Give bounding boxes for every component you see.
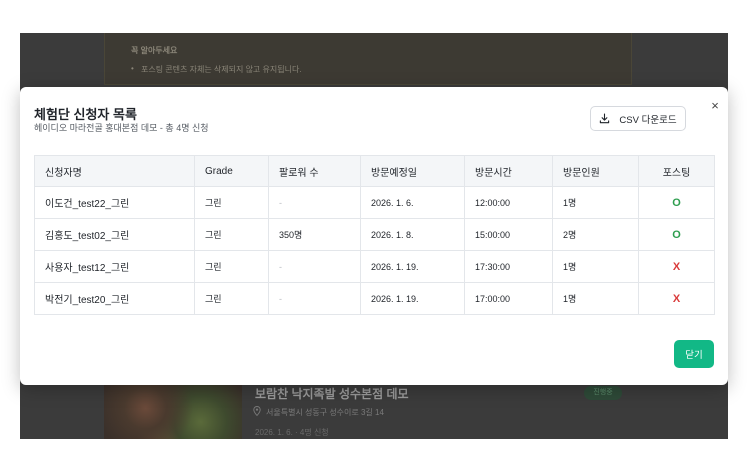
cell-visit-time: 17:30:00 xyxy=(464,250,553,283)
campaign-card: 보람찬 낙지족발 성수본점 데모 진행중 서울특별시 성동구 성수이로 3길 1… xyxy=(104,380,632,439)
csv-download-button[interactable]: CSV 다운로드 xyxy=(590,106,686,131)
posting-no-mark: X xyxy=(672,292,681,305)
cell-visitors: 2명 xyxy=(552,218,639,251)
cell-followers: - xyxy=(268,250,361,283)
cell-visit-time: 17:00:00 xyxy=(464,282,553,315)
header-visitors: 방문인원 xyxy=(552,155,639,187)
cell-grade: 그린 xyxy=(194,218,269,251)
cell-visitors: 1명 xyxy=(552,250,639,283)
close-icon: × xyxy=(711,97,719,113)
status-badge: 진행중 xyxy=(584,386,622,400)
cell-visit-date: 2026. 1. 19. xyxy=(360,282,465,315)
posting-yes-mark: O xyxy=(672,228,681,241)
close-modal-button[interactable]: 닫기 xyxy=(674,340,714,368)
campaign-thumbnail xyxy=(104,380,242,439)
notice-box: 꼭 알아두세요 포스팅 콘텐츠 자체는 삭제되지 않고 유지됩니다. xyxy=(104,33,632,85)
table-row: 사용자_test12_그린 그린 - 2026. 1. 19. 17:30:00… xyxy=(34,250,715,283)
modal-subtitle: 헤이디오 마라전골 홍대본점 데모 - 총 4명 신청 xyxy=(34,123,209,133)
applicant-list-modal: 체험단 신청자 목록 헤이디오 마라전골 홍대본점 데모 - 총 4명 신청 C… xyxy=(20,87,728,385)
cell-posting: O xyxy=(638,186,715,219)
cell-grade: 그린 xyxy=(194,282,269,315)
cell-visit-time: 15:00:00 xyxy=(464,218,553,251)
cell-grade: 그린 xyxy=(194,186,269,219)
location-icon xyxy=(253,406,261,416)
applicant-table: 신청자명 Grade 팔로워 수 방문예정일 방문시간 방문인원 포스팅 이도건… xyxy=(34,155,715,315)
csv-download-label: CSV 다운로드 xyxy=(619,114,677,126)
header-grade: Grade xyxy=(194,155,269,187)
cell-posting: O xyxy=(638,218,715,251)
cell-name: 박전기_test20_그린 xyxy=(34,282,195,315)
table-row: 박전기_test20_그린 그린 - 2026. 1. 19. 17:00:00… xyxy=(34,282,715,315)
campaign-name: 보람찬 낙지족발 성수본점 데모 xyxy=(255,387,409,401)
close-button[interactable]: × xyxy=(708,98,722,112)
notice-item: 포스팅 콘텐츠 자체는 삭제되지 않고 유지됩니다. xyxy=(131,64,617,75)
download-icon xyxy=(600,113,610,124)
header-posting: 포스팅 xyxy=(638,155,715,187)
cell-visitors: 1명 xyxy=(552,186,639,219)
cell-followers: - xyxy=(268,282,361,315)
campaign-meta: 2026. 1. 6. · 4명 신청 xyxy=(255,428,329,437)
cell-visit-date: 2026. 1. 8. xyxy=(360,218,465,251)
cell-posting: X xyxy=(638,282,715,315)
posting-yes-mark: O xyxy=(672,196,681,209)
cell-posting: X xyxy=(638,250,715,283)
cell-followers: 350명 xyxy=(268,218,361,251)
header-visit-time: 방문시간 xyxy=(464,155,553,187)
cell-visit-time: 12:00:00 xyxy=(464,186,553,219)
cell-grade: 그린 xyxy=(194,250,269,283)
cell-name: 김홍도_test02_그린 xyxy=(34,218,195,251)
cell-visit-date: 2026. 1. 19. xyxy=(360,250,465,283)
cell-name: 사용자_test12_그린 xyxy=(34,250,195,283)
table-row: 김홍도_test02_그린 그린 350명 2026. 1. 8. 15:00:… xyxy=(34,218,715,251)
posting-no-mark: X xyxy=(672,260,681,273)
campaign-address: 서울특별시 성동구 성수이로 3길 14 xyxy=(266,408,384,417)
table-row: 이도건_test22_그린 그린 - 2026. 1. 6. 12:00:00 … xyxy=(34,186,715,219)
table-header-row: 신청자명 Grade 팔로워 수 방문예정일 방문시간 방문인원 포스팅 xyxy=(34,155,715,187)
header-visit-date: 방문예정일 xyxy=(360,155,465,187)
header-followers: 팔로워 수 xyxy=(268,155,361,187)
header-name: 신청자명 xyxy=(34,155,195,187)
cell-followers: - xyxy=(268,186,361,219)
cell-visit-date: 2026. 1. 6. xyxy=(360,186,465,219)
cell-name: 이도건_test22_그린 xyxy=(34,186,195,219)
cell-visitors: 1명 xyxy=(552,282,639,315)
notice-title: 꼭 알아두세요 xyxy=(131,46,178,55)
